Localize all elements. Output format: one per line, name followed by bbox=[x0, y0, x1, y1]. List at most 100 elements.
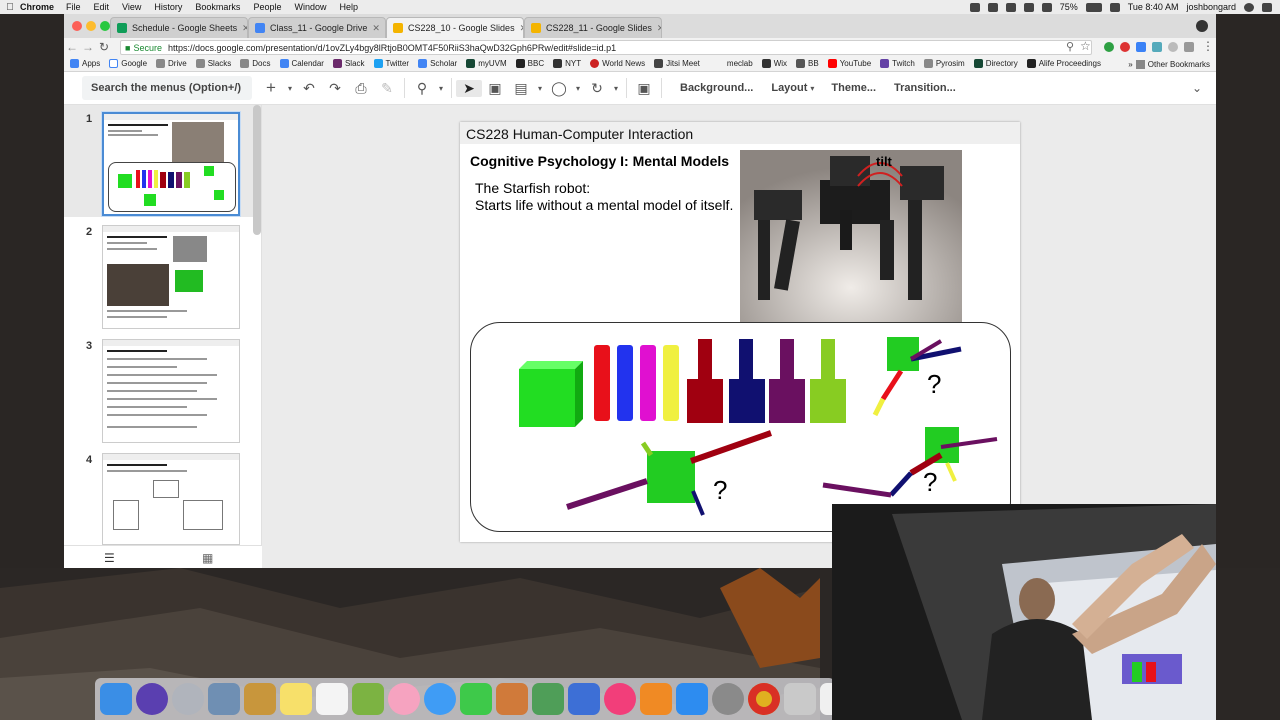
tab-class11[interactable]: Class_11 - Google Drive ✕ bbox=[248, 17, 386, 38]
user-name[interactable]: joshbongard bbox=[1186, 2, 1236, 12]
finder-icon[interactable] bbox=[100, 683, 132, 715]
comment-icon[interactable]: ▣ bbox=[631, 80, 657, 97]
bookmark-scholar[interactable]: Scholar bbox=[418, 59, 457, 68]
chrome-menu-icon[interactable]: ⋮ bbox=[1202, 39, 1214, 53]
bookmark-twitter[interactable]: Twitter bbox=[373, 59, 409, 68]
close-tab-icon[interactable]: ✕ bbox=[520, 23, 523, 34]
extension-icon[interactable] bbox=[1120, 42, 1130, 52]
menu-help[interactable]: Help bbox=[339, 2, 358, 12]
extension-icon[interactable] bbox=[1184, 42, 1194, 52]
bookmark-drive[interactable]: Drive bbox=[156, 59, 187, 68]
slide-thumbnail-2[interactable] bbox=[102, 225, 240, 329]
bookmark-twitch[interactable]: Twitch bbox=[880, 59, 915, 68]
dropbox-icon[interactable] bbox=[969, 2, 980, 12]
close-tab-icon[interactable]: ✕ bbox=[372, 23, 380, 34]
flag-icon[interactable] bbox=[1109, 2, 1120, 12]
messages-icon[interactable] bbox=[424, 683, 456, 715]
search-icon[interactable] bbox=[1244, 2, 1254, 12]
menu-file[interactable]: File bbox=[66, 2, 81, 12]
preview-icon[interactable] bbox=[208, 683, 240, 715]
bookmark-google[interactable]: Google bbox=[109, 59, 147, 68]
photo-booth-icon[interactable] bbox=[784, 683, 816, 715]
app-store-icon[interactable] bbox=[676, 683, 708, 715]
bookmark-wix[interactable]: Wix bbox=[761, 59, 787, 68]
chevron-down-icon[interactable]: ▾ bbox=[534, 84, 546, 93]
bookmark-bb[interactable]: BB bbox=[796, 59, 819, 68]
battery-percent[interactable]: 75% bbox=[1060, 2, 1078, 12]
app-menu[interactable]: Chrome bbox=[20, 2, 54, 12]
bookmark-pyrosim[interactable]: Pyrosim bbox=[923, 59, 965, 68]
photos-icon[interactable] bbox=[388, 683, 420, 715]
notes-icon[interactable] bbox=[280, 683, 312, 715]
keynote-icon[interactable] bbox=[568, 683, 600, 715]
bookmark-jitsi[interactable]: Jitsi Meet bbox=[654, 59, 700, 68]
bookmark-star-icon[interactable]: ☆ bbox=[1080, 39, 1091, 53]
theme-button[interactable]: Theme... bbox=[831, 82, 876, 94]
tab-schedule[interactable]: Schedule - Google Sheets ✕ bbox=[110, 17, 248, 38]
siri-icon[interactable] bbox=[136, 683, 168, 715]
filmstrip-scrollbar[interactable] bbox=[253, 105, 261, 235]
bookmark-bbc[interactable]: BBC bbox=[515, 59, 544, 68]
menu-window[interactable]: Window bbox=[294, 2, 326, 12]
extension-icon[interactable] bbox=[1152, 42, 1162, 52]
chevron-down-icon[interactable]: ▾ bbox=[807, 84, 817, 93]
line-icon[interactable]: ↻ bbox=[584, 80, 610, 97]
omnibox[interactable]: ■ Secure https://docs.google.com/present… bbox=[120, 40, 1092, 55]
profile-icon[interactable] bbox=[1196, 20, 1208, 32]
reminders-icon[interactable] bbox=[316, 683, 348, 715]
list-view-icon[interactable]: ☰ bbox=[104, 551, 115, 565]
menu-edit[interactable]: Edit bbox=[94, 2, 110, 12]
bookmark-apps[interactable]: Apps bbox=[70, 59, 100, 68]
select-cursor-icon[interactable]: ➤ bbox=[456, 79, 482, 97]
bookmark-slacks[interactable]: Slacks bbox=[195, 59, 231, 68]
slide-thumbnail-1[interactable] bbox=[102, 112, 240, 216]
facetime-icon[interactable] bbox=[460, 683, 492, 715]
minimize-window-icon[interactable] bbox=[86, 21, 96, 31]
itunes-icon[interactable] bbox=[604, 683, 636, 715]
tab-cs228-10[interactable]: CS228_10 - Google Slides ✕ bbox=[386, 17, 524, 38]
volume-icon[interactable] bbox=[1041, 2, 1052, 12]
slide-thumbnail-4[interactable] bbox=[102, 453, 240, 545]
close-window-icon[interactable] bbox=[72, 21, 82, 31]
extension-icon[interactable] bbox=[1136, 42, 1146, 52]
clock[interactable]: Tue 8:40 AM bbox=[1128, 2, 1179, 12]
undo-icon[interactable]: ↶ bbox=[296, 80, 322, 97]
back-icon[interactable]: ← bbox=[64, 40, 80, 54]
ibooks-icon[interactable] bbox=[640, 683, 672, 715]
paint-format-icon[interactable]: ✎ bbox=[374, 80, 400, 97]
bookmark-calendar[interactable]: Calendar bbox=[279, 59, 324, 68]
menu-history[interactable]: History bbox=[154, 2, 182, 12]
collapse-toolbar-icon[interactable]: ⌄ bbox=[1192, 81, 1202, 95]
chrome-icon[interactable] bbox=[748, 683, 780, 715]
bookmark-world-news[interactable]: World News bbox=[590, 59, 645, 68]
chevron-down-icon[interactable]: ▾ bbox=[572, 84, 584, 93]
close-tab-icon[interactable]: ✕ bbox=[657, 23, 661, 34]
zoom-window-icon[interactable] bbox=[100, 21, 110, 31]
other-bookmarks[interactable]: » Other Bookmarks bbox=[1128, 56, 1210, 71]
forward-icon[interactable]: → bbox=[80, 40, 96, 54]
image-icon[interactable]: ▤ bbox=[508, 80, 534, 97]
battery-icon[interactable] bbox=[1085, 2, 1102, 12]
chevron-down-icon[interactable]: ▾ bbox=[284, 84, 296, 93]
chevron-down-icon[interactable]: ▾ bbox=[435, 84, 447, 93]
chevron-down-icon[interactable]: ▾ bbox=[610, 84, 622, 93]
menu-view[interactable]: View bbox=[122, 2, 141, 12]
redo-icon[interactable]: ↷ bbox=[322, 80, 348, 97]
bookmark-alife[interactable]: Alife Proceedings bbox=[1026, 59, 1101, 68]
menu-bookmarks[interactable]: Bookmarks bbox=[195, 2, 240, 12]
slide[interactable]: CS228 Human-Computer Interaction Cogniti… bbox=[460, 122, 1020, 542]
tab-cs228-11[interactable]: CS228_11 - Google Slides ✕ bbox=[524, 17, 662, 38]
zoom-icon[interactable]: ⚲ bbox=[409, 80, 435, 97]
search-menus-input[interactable]: Search the menus (Option+/) bbox=[82, 76, 252, 100]
maps-icon[interactable] bbox=[352, 683, 384, 715]
system-preferences-icon[interactable] bbox=[712, 683, 744, 715]
reload-icon[interactable]: ↻ bbox=[96, 40, 112, 54]
shape-icon[interactable]: ◯ bbox=[546, 80, 572, 97]
bookmark-nyt[interactable]: NYT bbox=[553, 59, 581, 68]
contacts-icon[interactable] bbox=[244, 683, 276, 715]
pages-icon[interactable] bbox=[496, 683, 528, 715]
extension-icon[interactable] bbox=[1168, 42, 1178, 52]
bookmark-myuvm[interactable]: myUVM bbox=[466, 59, 507, 68]
slide-thumbnail-3[interactable] bbox=[102, 339, 240, 443]
menu-people[interactable]: People bbox=[253, 2, 281, 12]
